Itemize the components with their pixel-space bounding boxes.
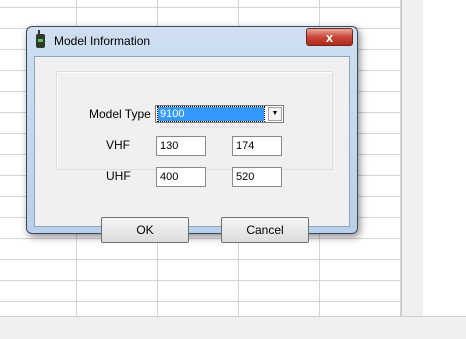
uhf-label: UHF (106, 169, 131, 183)
vhf-low-input[interactable]: 130 (156, 136, 206, 156)
chevron-down-icon[interactable]: ▼ (268, 107, 282, 121)
model-type-label: Model Type (89, 107, 151, 121)
vhf-label: VHF (106, 138, 130, 152)
close-button[interactable]: x (306, 28, 353, 46)
horizontal-scrollbar[interactable] (0, 316, 466, 339)
dialog-titlebar[interactable]: Model Information x (27, 27, 357, 55)
uhf-high-input[interactable]: 520 (232, 167, 282, 187)
cancel-button[interactable]: Cancel (221, 217, 309, 243)
vertical-scrollbar[interactable] (401, 0, 424, 316)
vhf-high-input[interactable]: 174 (232, 136, 282, 156)
close-icon: x (325, 30, 334, 45)
model-information-dialog: Model Information x Model Type 9100 ▼ VH… (26, 26, 358, 243)
uhf-low-input[interactable]: 400 (156, 167, 206, 187)
ok-button[interactable]: OK (101, 217, 189, 243)
window-background (423, 0, 466, 316)
model-type-dropdown[interactable]: 9100 ▼ (155, 105, 284, 123)
dialog-client-area: Model Type 9100 ▼ VHF 130 174 UHF 400 52… (34, 56, 350, 243)
radio-icon (36, 30, 45, 48)
dialog-title: Model Information (54, 34, 151, 48)
model-type-value: 9100 (157, 106, 265, 122)
